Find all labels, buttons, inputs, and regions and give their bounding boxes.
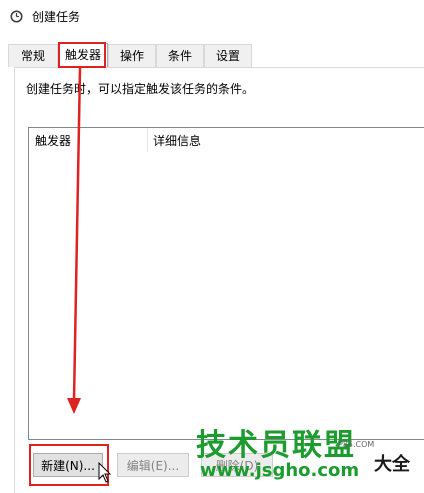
- watermark-side-text: 大全: [374, 454, 410, 475]
- watermark: 技术员联盟 P85.COM www.jsgho.com 大全: [196, 420, 424, 492]
- annotation-arrow: [67, 67, 82, 414]
- watermark-url: www.jsgho.com: [200, 460, 360, 481]
- watermark-small-text: P85.COM: [338, 440, 375, 449]
- mouse-cursor-icon: [98, 462, 112, 483]
- watermark-brand: 技术员联盟: [196, 428, 356, 463]
